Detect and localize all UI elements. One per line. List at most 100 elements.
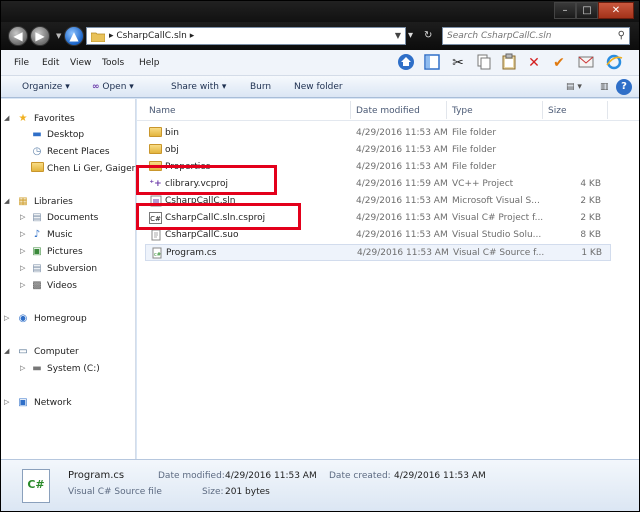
command-bar: Organize ▾ ∞ Open ▾ Share with ▾ Burn Ne…	[0, 76, 640, 98]
cs-file-icon: c#	[150, 247, 163, 259]
collapse-icon[interactable]: ◢	[4, 347, 9, 355]
menu-edit[interactable]: Edit	[42, 58, 59, 68]
menu-bar: File Edit View Tools Help ✂ ✕ ✔	[0, 50, 640, 76]
cs-file-icon: C#	[22, 469, 50, 503]
cut-icon[interactable]: ✂	[448, 53, 468, 73]
breadcrumb[interactable]: ▸ CsharpCallC.sln ▸	[109, 31, 194, 41]
home-icon[interactable]	[396, 53, 416, 73]
collapse-icon[interactable]: ◢	[4, 114, 9, 122]
mail-icon[interactable]	[576, 53, 596, 73]
file-row-clibrary-vcproj[interactable]: ⁺+ clibrary.vcproj 4/29/2016 11:59 AM VC…	[145, 176, 611, 193]
expand-icon[interactable]: ▷	[20, 213, 25, 221]
address-history-icon[interactable]: ▾	[408, 27, 422, 45]
file-row-obj[interactable]: obj 4/29/2016 11:53 AM File folder	[145, 142, 611, 159]
address-dropdown-icon[interactable]: ▼	[395, 31, 401, 40]
maximize-button[interactable]: □	[576, 2, 598, 19]
change-view-icon[interactable]: ▤ ▾	[566, 82, 582, 92]
column-divider[interactable]	[350, 101, 351, 119]
expand-icon[interactable]: ▷	[4, 398, 9, 406]
open-button[interactable]: ∞ Open ▾	[92, 82, 134, 92]
computer-icon: ▭	[18, 346, 28, 357]
menu-help[interactable]: Help	[139, 58, 160, 68]
column-header-name[interactable]: Name	[149, 106, 176, 116]
burn-button[interactable]: Burn	[250, 82, 271, 92]
expand-icon[interactable]: ▷	[20, 281, 25, 289]
file-row-csharpcallc-csproj[interactable]: C# CsharpCallC.sln.csproj 4/29/2016 11:5…	[145, 210, 611, 227]
share-with-button[interactable]: Share with ▾	[171, 82, 226, 92]
minimize-button[interactable]: –	[554, 2, 576, 19]
paste-icon[interactable]	[499, 53, 519, 73]
nav-subversion[interactable]: ▷ ▤ Subversion	[0, 261, 134, 277]
expand-icon[interactable]: ▷	[20, 247, 25, 255]
nav-recent-places[interactable]: ◷ Recent Places	[0, 144, 134, 160]
folder-icon	[91, 32, 105, 42]
checkmark-icon[interactable]: ✔	[549, 53, 569, 73]
up-button[interactable]: ▲	[64, 26, 84, 46]
help-icon[interactable]: ?	[616, 79, 632, 95]
column-divider[interactable]	[446, 101, 447, 119]
nav-libraries-label: Libraries	[34, 197, 73, 207]
nav-user-folder[interactable]: Chen Li Ger, Gaiger	[0, 161, 135, 177]
expand-icon[interactable]: ▷	[20, 364, 25, 372]
column-header-size[interactable]: Size	[548, 106, 566, 116]
recent-pages-chevron-icon[interactable]: ▼	[56, 32, 61, 40]
navigation-pane: ◢ ★ Favorites ▬ Desktop ◷ Recent Places …	[0, 99, 136, 459]
file-name: obj	[165, 145, 179, 155]
column-divider[interactable]	[542, 101, 543, 119]
file-row-program-cs[interactable]: c# Program.cs 4/29/2016 11:53 AM Visual …	[145, 244, 611, 261]
nav-pictures[interactable]: ▷ ▣ Pictures	[0, 244, 134, 260]
column-divider[interactable]	[607, 101, 608, 119]
expand-icon[interactable]: ▷	[4, 314, 9, 322]
up-arrow-icon: ▲	[69, 29, 79, 43]
file-date: 4/29/2016 11:53 AM	[356, 196, 448, 206]
preview-pane-icon[interactable]: ▥	[600, 82, 609, 92]
refresh-icon[interactable]: ↻	[424, 27, 438, 45]
expand-icon[interactable]: ▷	[20, 230, 25, 238]
delete-icon[interactable]: ✕	[524, 53, 544, 73]
details-file-name: Program.cs	[68, 470, 125, 481]
search-input[interactable]	[443, 28, 607, 44]
nav-music-label: Music	[47, 230, 73, 240]
close-button[interactable]: ✕	[598, 2, 634, 19]
nav-videos[interactable]: ▷ ▩ Videos	[0, 278, 134, 294]
file-type: VC++ Project	[452, 179, 514, 189]
collapse-icon[interactable]: ◢	[4, 197, 9, 205]
menu-view[interactable]: View	[70, 58, 91, 68]
back-button[interactable]: ◀	[8, 26, 28, 46]
nav-documents[interactable]: ▷ ▤ Documents	[0, 210, 134, 226]
search-icon[interactable]: ⚲	[618, 30, 625, 41]
view-pane-icon[interactable]	[422, 53, 442, 73]
nav-network[interactable]: ▷ ▣ Network	[0, 395, 134, 411]
window-controls: – □ ✕	[554, 2, 634, 19]
file-row-csharpcallc-suo[interactable]: CsharpCallC.suo 4/29/2016 11:53 AM Visua…	[145, 227, 611, 244]
file-row-csharpcallc-sln[interactable]: CsharpCallC.sln 4/29/2016 11:53 AM Micro…	[145, 193, 611, 210]
folder-icon	[149, 127, 162, 139]
search-box[interactable]: ⚲	[442, 27, 630, 45]
nav-music[interactable]: ▷ ♪ Music	[0, 227, 134, 243]
address-bar[interactable]: ▸ CsharpCallC.sln ▸ ▼	[86, 27, 406, 45]
column-header-date[interactable]: Date modified	[356, 106, 420, 116]
file-row-bin[interactable]: bin 4/29/2016 11:53 AM File folder	[145, 125, 611, 142]
expand-icon[interactable]: ▷	[20, 264, 25, 272]
nav-libraries[interactable]: ◢ ▦ Libraries	[0, 194, 134, 210]
copy-icon[interactable]	[474, 53, 494, 73]
file-name: CsharpCallC.sln	[165, 196, 236, 206]
nav-system-c[interactable]: ▷ ▬ System (C:)	[0, 361, 134, 377]
details-size: 201 bytes	[225, 487, 270, 497]
organize-button[interactable]: Organize ▾	[22, 82, 70, 92]
nav-computer[interactable]: ◢ ▭ Computer	[0, 344, 134, 360]
new-folder-button[interactable]: New folder	[294, 82, 343, 92]
menu-file[interactable]: File	[14, 58, 29, 68]
breadcrumb-segment[interactable]: CsharpCallC.sln	[116, 31, 186, 41]
nav-favorites[interactable]: ◢ ★ Favorites	[0, 111, 134, 127]
nav-desktop[interactable]: ▬ Desktop	[0, 127, 134, 143]
star-icon: ★	[18, 113, 28, 124]
forward-button[interactable]: ▶	[30, 26, 50, 46]
ie-icon[interactable]	[604, 53, 624, 73]
column-headers: Name Date modified Type Size	[137, 99, 640, 121]
file-row-properties[interactable]: Properties 4/29/2016 11:53 AM File folde…	[145, 159, 611, 176]
menu-tools[interactable]: Tools	[102, 58, 124, 68]
nav-homegroup[interactable]: ▷ ◉ Homegroup	[0, 311, 134, 327]
column-header-type[interactable]: Type	[452, 106, 473, 116]
nav-videos-label: Videos	[47, 281, 77, 291]
